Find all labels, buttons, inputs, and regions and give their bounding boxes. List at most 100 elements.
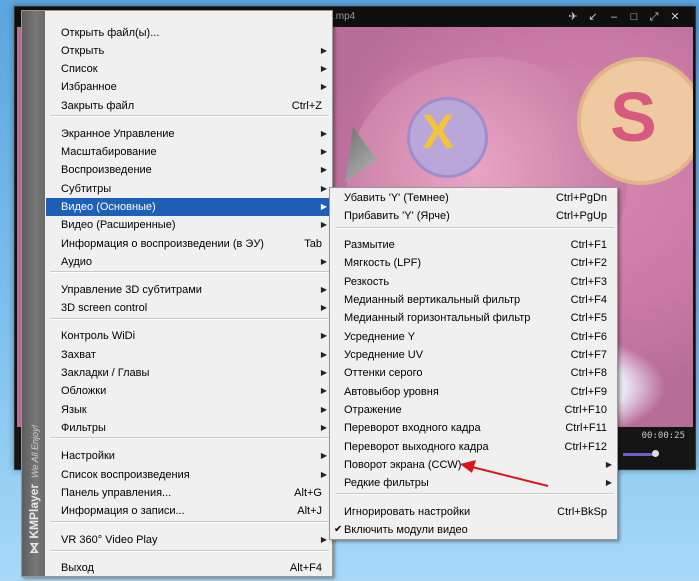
submenu-arrow-icon: ▶ bbox=[320, 451, 327, 460]
video-submenu-item-label: Медианный вертикальный фильтр bbox=[344, 294, 521, 306]
menu-separator bbox=[50, 115, 329, 117]
submenu-arrow-icon: ▶ bbox=[320, 202, 327, 211]
main-menu-item-6[interactable]: Экранное Управление ▶ bbox=[46, 125, 331, 143]
submenu-arrow-icon: ▶ bbox=[320, 303, 327, 312]
main-menu-item-label: Аудио bbox=[61, 256, 93, 268]
main-menu-item-label: Информация о воспроизведении (в ЭУ) bbox=[61, 238, 264, 250]
main-menu-item-18[interactable]: Закладки / Главы ▶ bbox=[46, 364, 331, 382]
main-menu-item-15[interactable]: 3D screen control ▶ bbox=[46, 299, 331, 317]
main-menu-item-20[interactable]: Язык ▶ bbox=[46, 401, 331, 419]
video-submenu-item-4[interactable]: Мягкость (LPF) Ctrl+F2 bbox=[331, 254, 616, 272]
main-menu-item-4[interactable]: Избранное ▶ bbox=[46, 78, 331, 96]
video-submenu-item-shortcut: Ctrl+F8 bbox=[570, 367, 607, 379]
video-submenu-item-label: Отражение bbox=[344, 404, 402, 416]
video-submenu-item-shortcut: Ctrl+F6 bbox=[570, 331, 607, 343]
main-menu-item-11[interactable]: Видео (Расширенные) ▶ bbox=[46, 216, 331, 234]
main-menu-item-5[interactable]: Закрыть файл Ctrl+Z bbox=[46, 97, 331, 115]
main-menu-item-9[interactable]: Субтитры ▶ bbox=[46, 180, 331, 198]
video-letter-x: X bbox=[422, 106, 455, 159]
video-submenu-item-16[interactable]: Редкие фильтры ▶ bbox=[331, 474, 616, 492]
video-submenu-item-10[interactable]: Оттенки серого Ctrl+F8 bbox=[331, 364, 616, 382]
video-submenu-item-14[interactable]: Переворот выходного кадра Ctrl+F12 bbox=[331, 438, 616, 456]
menu-separator bbox=[50, 318, 329, 320]
close-icon[interactable]: ✕ bbox=[668, 10, 682, 24]
video-submenu-item-label: Резкость bbox=[344, 276, 390, 288]
video-submenu-item-shortcut: Ctrl+F9 bbox=[570, 386, 607, 398]
submenu-arrow-icon: ▶ bbox=[320, 46, 327, 55]
submenu-arrow-icon: ▶ bbox=[320, 129, 327, 138]
video-submenu-item-13[interactable]: Переворот входного кадра Ctrl+F11 bbox=[331, 419, 616, 437]
main-menu-item-23[interactable]: Список воспроизведения ▶ bbox=[46, 466, 331, 484]
submenu-arrow-icon: ▶ bbox=[320, 331, 327, 340]
video-letter-s: S bbox=[610, 78, 657, 156]
video-submenu-item-18[interactable]: ✔ Включить модули видео bbox=[331, 521, 616, 539]
minimize-to-corner-icon[interactable]: ↙ bbox=[586, 10, 600, 24]
main-menu-item-2[interactable]: Открыть ▶ bbox=[46, 42, 331, 60]
main-menu-item-label: Масштабирование bbox=[61, 146, 157, 158]
video-submenu-item-9[interactable]: Усреднение UV Ctrl+F7 bbox=[331, 346, 616, 364]
main-menu-item-13[interactable]: Аудио ▶ bbox=[46, 253, 331, 271]
main-menu-item-8[interactable]: Воспроизведение ▶ bbox=[46, 161, 331, 179]
main-menu-item-17[interactable]: Захват ▶ bbox=[46, 346, 331, 364]
video-submenu-item-shortcut: Ctrl+F1 bbox=[570, 239, 607, 251]
submenu-arrow-icon: ▶ bbox=[605, 460, 612, 469]
video-submenu-item-1[interactable]: Убавить 'Y' (Темнее) Ctrl+PgDn bbox=[331, 189, 616, 207]
video-submenu-item-7[interactable]: Медианный горизонтальный фильтр Ctrl+F5 bbox=[331, 309, 616, 327]
video-submenu-item-11[interactable]: Автовыбор уровня Ctrl+F9 bbox=[331, 383, 616, 401]
main-menu-item-19[interactable]: Обложки ▶ bbox=[46, 382, 331, 400]
main-menu-item-shortcut: Alt+F4 bbox=[289, 562, 322, 574]
submenu-arrow-icon: ▶ bbox=[320, 535, 327, 544]
main-menu-item-1[interactable]: Открыть файл(ы)... bbox=[46, 24, 331, 42]
main-menu-item-26[interactable]: VR 360° Video Play ▶ bbox=[46, 531, 331, 549]
submenu-arrow-icon: ▶ bbox=[320, 470, 327, 479]
main-menu-item-label: Видео (Расширенные) bbox=[61, 219, 176, 231]
main-menu-item-14[interactable]: Управление 3D субтитрами ▶ bbox=[46, 281, 331, 299]
main-menu-item-3[interactable]: Список ▶ bbox=[46, 60, 331, 78]
menu-separator bbox=[50, 271, 329, 273]
minimize-icon[interactable]: – bbox=[607, 10, 621, 24]
pin-icon[interactable]: ✈ bbox=[566, 10, 580, 24]
video-basic-submenu: Убавить 'Y' (Темнее) Ctrl+PgDn Прибавить '… bbox=[329, 187, 618, 540]
video-submenu-item-label: Усреднение UV bbox=[344, 349, 424, 361]
main-menu-item-21[interactable]: Фильтры ▶ bbox=[46, 419, 331, 437]
submenu-arrow-icon: ▶ bbox=[320, 64, 327, 73]
volume-knob[interactable] bbox=[652, 450, 659, 457]
main-menu-item-label: 3D screen control bbox=[61, 302, 148, 314]
main-menu-item-7[interactable]: Масштабирование ▶ bbox=[46, 143, 331, 161]
video-submenu-item-8[interactable]: Усреднение Y Ctrl+F6 bbox=[331, 328, 616, 346]
main-menu-item-16[interactable]: Контроль WiDi ▶ bbox=[46, 327, 331, 345]
video-submenu-item-5[interactable]: Резкость Ctrl+F3 bbox=[331, 273, 616, 291]
fullscreen-icon[interactable]: ⤢ bbox=[647, 10, 661, 24]
submenu-arrow-icon: ▶ bbox=[320, 423, 327, 432]
video-submenu-item-label: Прибавить 'Y' (Ярче) bbox=[344, 210, 450, 222]
submenu-arrow-icon: ▶ bbox=[320, 368, 327, 377]
main-menu-item-shortcut: Alt+J bbox=[297, 505, 322, 517]
video-submenu-item-12[interactable]: Отражение Ctrl+F10 bbox=[331, 401, 616, 419]
main-menu-item-22[interactable]: Настройки ▶ bbox=[46, 447, 331, 465]
video-submenu-item-17[interactable]: Игнорировать настройки Ctrl+BkSp bbox=[331, 503, 616, 521]
video-submenu-item-2[interactable]: Прибавить 'Y' (Ярче) Ctrl+PgUp bbox=[331, 207, 616, 225]
submenu-arrow-icon: ▶ bbox=[320, 82, 327, 91]
video-submenu-item-shortcut: Ctrl+PgDn bbox=[555, 192, 607, 204]
video-submenu-item-label: Усреднение Y bbox=[344, 331, 416, 343]
menu-separator bbox=[50, 550, 329, 552]
submenu-arrow-icon: ▶ bbox=[320, 184, 327, 193]
main-menu-item-25[interactable]: Информация о записи... Alt+J bbox=[46, 502, 331, 520]
video-submenu-item-shortcut: Ctrl+F10 bbox=[564, 404, 608, 416]
submenu-arrow-icon: ▶ bbox=[320, 350, 327, 359]
menu-separator bbox=[336, 493, 614, 495]
main-menu-item-12[interactable]: Информация о воспроизведении (в ЭУ) Tab bbox=[46, 235, 331, 253]
video-submenu-item-shortcut: Ctrl+F11 bbox=[565, 422, 607, 434]
maximize-icon[interactable]: □ bbox=[627, 10, 641, 24]
submenu-arrow-icon: ▶ bbox=[320, 285, 327, 294]
video-submenu-item-3[interactable]: Размытие Ctrl+F1 bbox=[331, 236, 616, 254]
video-submenu-item-15[interactable]: Поворот экрана (CCW) ▶ bbox=[331, 456, 616, 474]
window-title: .mp4 bbox=[333, 11, 356, 22]
main-menu-item-label: Открыть файл(ы)... bbox=[61, 27, 160, 39]
main-menu-item-27[interactable]: Выход Alt+F4 bbox=[46, 559, 331, 577]
main-menu-item-10[interactable]: Видео (Основные) ▶ bbox=[46, 198, 331, 216]
volume-slider[interactable] bbox=[623, 453, 655, 456]
main-menu-item-24[interactable]: Панель управления... Alt+G bbox=[46, 484, 331, 502]
video-submenu-item-6[interactable]: Медианный вертикальный фильтр Ctrl+F4 bbox=[331, 291, 616, 309]
video-submenu-item-shortcut: Ctrl+PgUp bbox=[555, 210, 607, 222]
